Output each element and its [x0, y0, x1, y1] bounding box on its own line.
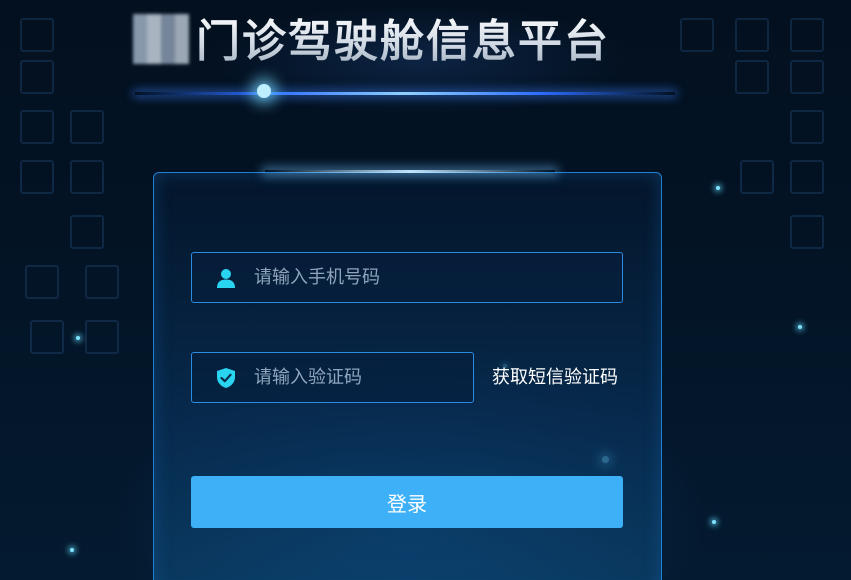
- title-glow-dot: [257, 84, 271, 98]
- user-icon: [215, 267, 237, 289]
- code-input[interactable]: [254, 353, 454, 402]
- title-underline: [135, 92, 675, 95]
- header: 门诊驾驶舱信息平台: [0, 0, 851, 100]
- page-title: 门诊驾驶舱信息平台: [196, 12, 610, 72]
- shield-check-icon: [215, 367, 237, 389]
- code-field[interactable]: [191, 352, 474, 403]
- hospital-logo-icon: [133, 14, 189, 64]
- phone-input[interactable]: [254, 253, 604, 302]
- card-top-glow: [265, 170, 555, 173]
- phone-field[interactable]: [191, 252, 623, 303]
- login-page: 门诊驾驶舱信息平台 获取短信验证码 登录: [0, 0, 851, 580]
- login-button[interactable]: 登录: [191, 476, 623, 528]
- get-sms-code-button[interactable]: 获取短信验证码: [492, 366, 618, 390]
